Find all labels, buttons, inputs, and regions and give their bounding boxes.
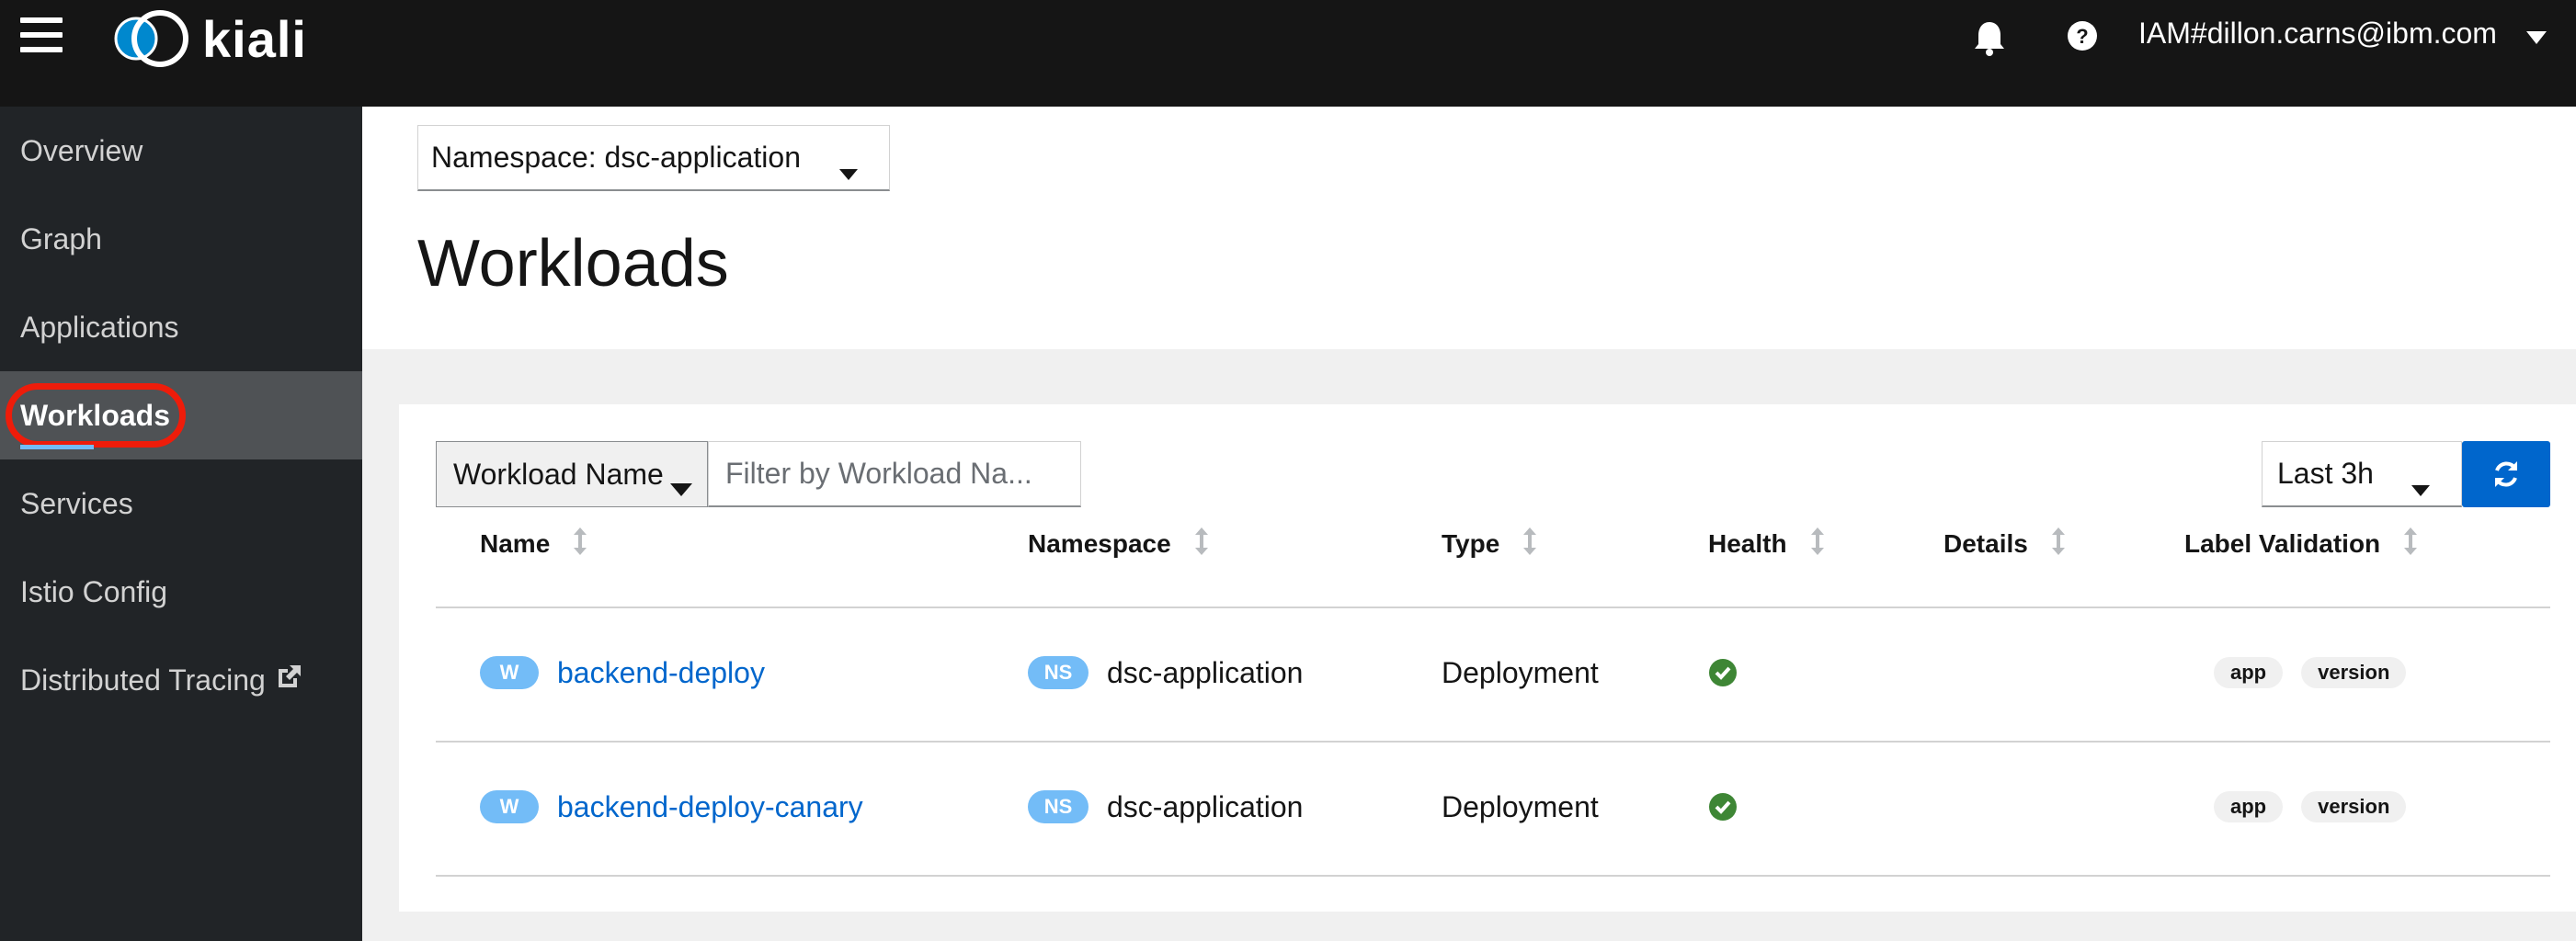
svg-text:?: ? — [2076, 25, 2088, 48]
sidebar-item-istio-config[interactable]: Istio Config — [0, 548, 362, 636]
health-ok-icon[interactable] — [1708, 654, 1738, 691]
sidebar-nav: Overview Graph Applications Workloads Se… — [0, 107, 362, 941]
namespace-value: dsc-application — [1107, 789, 1304, 823]
type-cell: Deployment — [1442, 655, 1599, 689]
active-indicator — [20, 445, 94, 449]
kiali-logo-icon — [114, 10, 188, 67]
label-chip: app — [2214, 657, 2284, 688]
page-title: Workloads — [417, 227, 729, 300]
namespace-cell: NS dsc-application — [1028, 788, 1303, 825]
column-header-type[interactable]: Type — [1442, 515, 1537, 573]
sort-icon — [1523, 527, 1537, 561]
label-validation-cell: app version — [2214, 788, 2424, 825]
sidebar-item-label: Distributed Tracing — [20, 663, 266, 697]
workloads-card: Workload Name Last 3h Name Namespace Typ — [399, 404, 2576, 912]
workload-name-cell: W backend-deploy-canary — [480, 788, 863, 825]
row-divider — [436, 607, 2550, 608]
column-header-label: Type — [1442, 529, 1500, 558]
column-header-label: Namespace — [1028, 529, 1171, 558]
hamburger-menu-icon[interactable] — [20, 17, 63, 54]
column-header-label: Name — [480, 529, 551, 558]
column-header-label-validation[interactable]: Label Validation — [2184, 515, 2418, 573]
filter-input[interactable] — [708, 441, 1081, 507]
caret-down-icon — [839, 153, 858, 187]
namespace-select-label: Namespace: dsc-application — [431, 141, 801, 174]
type-cell: Deployment — [1442, 789, 1599, 823]
sidebar-item-label: Graph — [20, 221, 102, 255]
label-chip: version — [2301, 657, 2407, 688]
label-validation-cell: app version — [2214, 654, 2424, 691]
health-ok-icon[interactable] — [1708, 788, 1738, 825]
workload-badge: W — [480, 790, 539, 823]
sort-icon — [1194, 527, 1208, 561]
namespace-value: dsc-application — [1107, 655, 1304, 689]
column-header-label: Health — [1708, 529, 1787, 558]
filter-type-label: Workload Name — [453, 457, 664, 491]
column-header-label: Details — [1943, 529, 2028, 558]
namespace-select[interactable]: Namespace: dsc-application — [417, 125, 890, 191]
caret-down-icon — [670, 470, 692, 504]
row-divider — [436, 741, 2550, 743]
namespace-cell: NS dsc-application — [1028, 654, 1303, 691]
logo-text: kiali — [202, 9, 307, 68]
sidebar-item-services[interactable]: Services — [0, 459, 362, 548]
sidebar-item-label: Istio Config — [20, 574, 168, 608]
page-header: Namespace: dsc-application Workloads — [362, 107, 2576, 349]
workload-name-cell: W backend-deploy — [480, 654, 765, 691]
workload-link[interactable]: backend-deploy-canary — [557, 790, 863, 824]
time-range-select[interactable]: Last 3h — [2262, 441, 2462, 507]
column-header-namespace[interactable]: Namespace — [1028, 515, 1208, 573]
refresh-icon — [2495, 461, 2517, 487]
sidebar-item-overview[interactable]: Overview — [0, 107, 362, 195]
sidebar-item-label: Applications — [20, 310, 179, 344]
caret-down-icon — [2411, 470, 2430, 504]
sort-icon — [2051, 527, 2065, 561]
filter-type-select[interactable]: Workload Name — [436, 441, 708, 507]
row-divider — [436, 875, 2550, 877]
refresh-button[interactable] — [2462, 441, 2550, 507]
sidebar-item-workloads[interactable]: Workloads — [0, 371, 362, 459]
label-chip: app — [2214, 791, 2284, 822]
column-header-details[interactable]: Details — [1943, 515, 2065, 573]
caret-down-icon[interactable] — [2526, 31, 2547, 49]
sidebar-item-graph[interactable]: Graph — [0, 195, 362, 283]
masthead: kiali ? IAM#dillon.carns@ibm.com — [0, 0, 2576, 107]
user-menu[interactable]: IAM#dillon.carns@ibm.com — [2138, 17, 2497, 51]
external-link-icon — [275, 662, 304, 698]
sidebar-item-label: Workloads — [20, 398, 170, 432]
namespace-badge: NS — [1028, 790, 1089, 823]
kiali-logo[interactable]: kiali — [108, 9, 307, 68]
sidebar-item-label: Services — [20, 486, 133, 520]
label-chip: version — [2301, 791, 2407, 822]
bell-icon[interactable] — [1973, 20, 2006, 62]
column-header-label: Label Validation — [2184, 529, 2381, 558]
workload-link[interactable]: backend-deploy — [557, 656, 765, 690]
column-header-name[interactable]: Name — [480, 515, 587, 573]
sort-icon — [574, 527, 587, 561]
sort-icon — [1810, 527, 1824, 561]
time-range-label: Last 3h — [2277, 457, 2374, 490]
namespace-badge: NS — [1028, 656, 1089, 689]
workload-badge: W — [480, 656, 539, 689]
sidebar-item-label: Overview — [20, 133, 143, 167]
column-header-health[interactable]: Health — [1708, 515, 1824, 573]
sidebar-item-applications[interactable]: Applications — [0, 283, 362, 371]
sidebar-item-distributed-tracing[interactable]: Distributed Tracing — [0, 636, 362, 724]
help-icon[interactable]: ? — [2067, 20, 2098, 56]
sort-icon — [2404, 527, 2418, 561]
